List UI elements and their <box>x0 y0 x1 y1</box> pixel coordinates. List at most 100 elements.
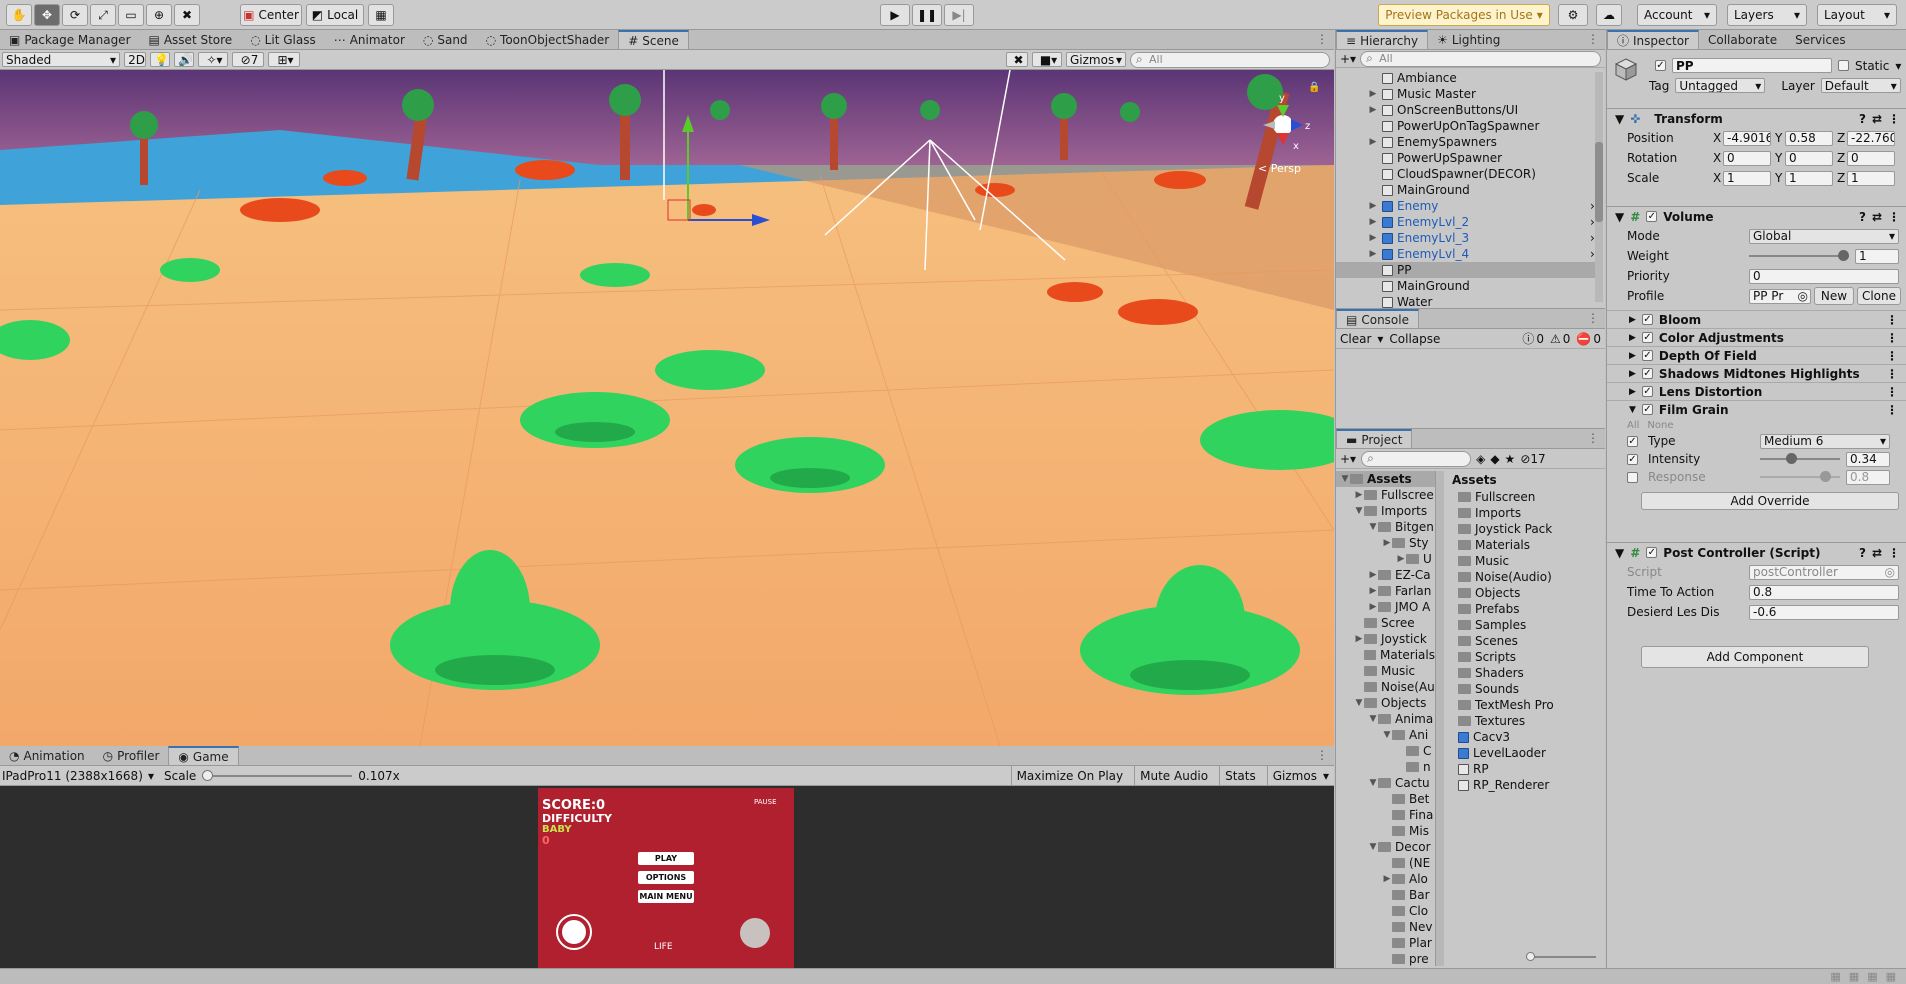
override-enabled-checkbox[interactable]: ✓ <box>1641 404 1653 415</box>
tag-dropdown[interactable]: Untagged ▾ <box>1675 78 1766 93</box>
expand-arrow-icon[interactable]: ▼ <box>1382 727 1392 743</box>
expand-arrow-icon[interactable]: ▶ <box>1396 551 1406 567</box>
project-tree-item[interactable]: ▼ Objects <box>1336 695 1435 711</box>
hierarchy-item[interactable]: PowerUpSpawner <box>1382 150 1596 166</box>
perspective-label[interactable]: < Persp <box>1258 162 1301 175</box>
hierarchy-item[interactable]: ▶ EnemySpawners <box>1370 134 1596 150</box>
response-slider[interactable] <box>1760 471 1840 483</box>
hierarchy-scrollbar[interactable] <box>1595 72 1603 302</box>
shading-mode-dropdown[interactable]: Shaded ▾ <box>2 52 120 67</box>
expand-arrow-icon[interactable]: ▶ <box>1368 102 1378 118</box>
expand-arrow-icon[interactable]: ▶ <box>1368 214 1378 230</box>
expand-arrow-icon[interactable]: ▶ <box>1368 86 1378 102</box>
filter-label-icon[interactable]: ◆ <box>1490 452 1499 466</box>
favorite-icon[interactable]: ★ <box>1505 452 1516 466</box>
expand-arrow-icon[interactable]: ▼ <box>1368 775 1378 791</box>
expand-arrow-icon[interactable]: ▶ <box>1354 631 1364 647</box>
custom-tool-icon[interactable]: ✖ <box>174 4 200 26</box>
project-tree-item[interactable]: Scree <box>1336 615 1435 631</box>
hierarchy-item[interactable]: ▶ Music Master <box>1370 86 1596 102</box>
hierarchy-item[interactable]: Ambiance <box>1382 70 1596 86</box>
hand-tool-icon[interactable]: ✋ <box>6 4 32 26</box>
project-tree-item[interactable]: ▼ Decor <box>1336 839 1435 855</box>
hidden-packages-toggle[interactable]: ⊘ 17 <box>1520 452 1545 466</box>
rotation-y-field[interactable]: 0 <box>1785 150 1833 166</box>
hierarchy-item[interactable]: PowerUpOnTagSpawner <box>1382 118 1596 134</box>
position-x-field[interactable]: -4.9016 <box>1723 130 1771 146</box>
project-tree-item[interactable]: ▶ JMO A <box>1336 599 1435 615</box>
volume-enabled-checkbox[interactable]: ✓ <box>1646 211 1658 222</box>
override-item[interactable]: ▶ ✓ Color Adjustments ⋮ <box>1607 328 1906 346</box>
rotation-z-field[interactable]: 0 <box>1847 150 1895 166</box>
asset-item[interactable]: Scenes <box>1458 633 1606 649</box>
lock-icon[interactable]: 🔒 <box>1308 82 1320 93</box>
asset-item[interactable]: RP <box>1458 761 1606 777</box>
tab-console[interactable]: ▤ Console <box>1336 309 1419 328</box>
component-menu-icon[interactable]: ⋮ <box>1888 210 1906 224</box>
priority-field[interactable]: 0 <box>1749 268 1899 284</box>
foldout-arrow-icon[interactable]: ▶ <box>1629 387 1636 397</box>
preset-icon[interactable]: ⇄ <box>1872 210 1882 224</box>
project-tree-item[interactable]: ▶ EZ-Ca <box>1336 567 1435 583</box>
joystick[interactable] <box>556 914 592 950</box>
panel-menu-icon[interactable]: ⋮ <box>1581 32 1605 49</box>
static-checkbox[interactable] <box>1838 60 1849 71</box>
post-controller-enabled-checkbox[interactable]: ✓ <box>1646 547 1658 558</box>
cloud-icon[interactable]: ☁ <box>1596 4 1622 26</box>
project-tree-item[interactable]: Bar <box>1336 887 1435 903</box>
response-override-checkbox[interactable] <box>1627 471 1638 483</box>
asset-item[interactable]: LevelLaoder <box>1458 745 1606 761</box>
none-button[interactable]: None <box>1647 420 1673 431</box>
tab-animation[interactable]: ◔ Animation <box>0 746 94 765</box>
response-field[interactable]: 0.8 <box>1846 469 1890 485</box>
project-tree-item[interactable]: Plar <box>1336 935 1435 951</box>
project-tree-item[interactable]: ▼ Imports <box>1336 503 1435 519</box>
override-menu-icon[interactable]: ⋮ <box>1886 367 1906 381</box>
hierarchy-search-input[interactable]: All <box>1360 50 1601 67</box>
foldout-arrow-icon[interactable]: ▶ <box>1629 369 1636 379</box>
clear-button[interactable]: Clear <box>1340 332 1371 346</box>
override-enabled-checkbox[interactable]: ✓ <box>1641 368 1653 379</box>
tab-scene[interactable]: # Scene <box>618 30 689 49</box>
panel-menu-icon[interactable]: ⋮ <box>1310 32 1334 49</box>
tab-lit-glass[interactable]: ◌ Lit Glass <box>241 30 325 49</box>
project-tree-item[interactable]: Materials <box>1336 647 1435 663</box>
tab-package-manager[interactable]: ▣ Package Manager <box>0 30 140 49</box>
component-menu-icon[interactable]: ⋮ <box>1888 546 1906 560</box>
asset-item[interactable]: Cacv3 <box>1458 729 1606 745</box>
scale-z-field[interactable]: 1 <box>1847 170 1895 186</box>
help-icon[interactable]: ? <box>1859 210 1866 224</box>
pause-button[interactable]: PAUSE <box>754 798 777 806</box>
override-enabled-checkbox[interactable]: ✓ <box>1641 386 1653 397</box>
expand-arrow-icon[interactable]: ▶ <box>1382 871 1392 887</box>
play-button[interactable]: PLAY <box>638 852 694 865</box>
tab-profiler[interactable]: ◷ Profiler <box>94 746 169 765</box>
asset-item[interactable]: Materials <box>1458 537 1606 553</box>
warning-count-toggle[interactable]: ⚠ 0 <box>1550 332 1570 346</box>
panel-menu-icon[interactable]: ⋮ <box>1310 748 1334 765</box>
asset-item[interactable]: Prefabs <box>1458 601 1606 617</box>
tab-inspector[interactable]: ⓘ Inspector <box>1607 30 1699 49</box>
project-tree-item[interactable]: pre <box>1336 951 1435 966</box>
project-tree-scrollbar[interactable] <box>1436 471 1444 966</box>
tab-asset-store[interactable]: ▤ Asset Store <box>140 30 242 49</box>
hidden-objects-toggle[interactable]: ⊘ 7 <box>232 52 264 67</box>
project-tree-item[interactable]: ▶ U <box>1336 551 1435 567</box>
expand-arrow-icon[interactable]: ▶ <box>1368 230 1378 246</box>
rect-tool-icon[interactable]: ▭ <box>118 4 144 26</box>
panel-menu-icon[interactable]: ⋮ <box>1581 431 1605 448</box>
post-controller-header[interactable]: ▼ # ✓ Post Controller (Script) ? ⇄ ⋮ <box>1607 542 1906 562</box>
asset-item[interactable]: Scripts <box>1458 649 1606 665</box>
hierarchy-item[interactable]: ▶ EnemyLvl_4 › <box>1370 246 1596 262</box>
project-tree-item[interactable]: ▼ Ani <box>1336 727 1435 743</box>
object-picker-icon[interactable]: ◎ <box>1798 290 1808 303</box>
project-tree-item[interactable]: (NE <box>1336 855 1435 871</box>
step-icon[interactable]: ▶| <box>944 4 974 26</box>
project-tree-item[interactable]: ▼ Assets <box>1336 471 1435 487</box>
layers-dropdown[interactable]: Layers ▾ <box>1727 4 1807 26</box>
all-button[interactable]: All <box>1627 420 1639 431</box>
add-object-icon[interactable]: +▾ <box>1340 52 1356 66</box>
audio-toggle-icon[interactable]: 🔊 <box>174 52 194 67</box>
expand-arrow-icon[interactable]: ▶ <box>1368 567 1378 583</box>
clear-dropdown-icon[interactable]: ▾ <box>1377 332 1383 346</box>
